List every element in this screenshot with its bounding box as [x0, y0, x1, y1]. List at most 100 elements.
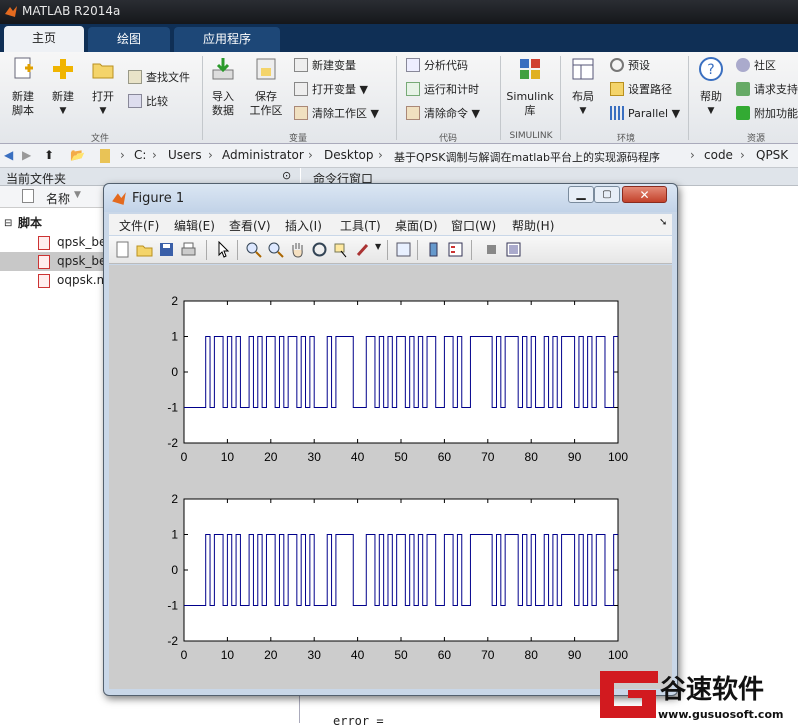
- menu-file[interactable]: 文件(F): [119, 217, 159, 234]
- x-tick-label: 40: [351, 450, 365, 464]
- preferences-label: 预设: [628, 59, 650, 72]
- rotate-3d-icon[interactable]: [311, 241, 328, 258]
- new-variable-button[interactable]: 新建变量: [294, 58, 356, 74]
- menu-insert[interactable]: 插入(I): [285, 217, 322, 234]
- y-tick-label: 1: [171, 330, 178, 344]
- browse-folder-icon[interactable]: 📂: [70, 148, 85, 162]
- brush-icon[interactable]: [355, 241, 372, 258]
- close-button[interactable]: ✕: [622, 186, 667, 203]
- x-tick-label: 30: [308, 450, 322, 464]
- x-tick-label: 70: [481, 450, 495, 464]
- tab-apps[interactable]: 应用程序: [174, 27, 280, 52]
- layout-label: 布局: [572, 90, 594, 103]
- analyze-code-button[interactable]: 分析代码: [406, 58, 468, 74]
- menu-help[interactable]: 帮助(H): [512, 217, 554, 234]
- set-path-button[interactable]: 设置路径: [610, 82, 672, 98]
- toolbar-divider: [237, 240, 238, 260]
- new-script-button[interactable]: 新建 脚本: [6, 56, 40, 118]
- x-tick-label: 60: [438, 648, 452, 662]
- request-support-button[interactable]: 请求支持: [736, 82, 798, 98]
- colorbar-icon[interactable]: [425, 241, 442, 258]
- y-tick-label: -2: [167, 634, 178, 648]
- group-variable-label: 变量: [288, 134, 307, 144]
- dock-arrow-icon[interactable]: ➘: [659, 217, 667, 228]
- save-workspace-button[interactable]: 保存 工作区: [246, 56, 286, 118]
- link-plot-icon[interactable]: [395, 241, 412, 258]
- back-arrow-icon[interactable]: ◀: [4, 148, 13, 162]
- pointer-icon[interactable]: [215, 241, 232, 258]
- maximize-button[interactable]: ▢: [594, 186, 620, 203]
- open-button[interactable]: 打开 ▼: [86, 56, 120, 118]
- minimize-button[interactable]: ▁: [568, 186, 594, 203]
- breadcrumb-item[interactable]: QPSK: [756, 148, 788, 162]
- ribbon-divider: [500, 56, 501, 140]
- zoom-out-icon[interactable]: [267, 241, 284, 258]
- print-icon[interactable]: [180, 241, 197, 258]
- menu-tools[interactable]: 工具(T): [340, 217, 381, 234]
- open-label: 打开: [92, 90, 114, 103]
- new-plus-icon: [53, 59, 73, 79]
- compare-button[interactable]: 比较: [128, 94, 168, 110]
- find-files-button[interactable]: 查找文件: [128, 70, 190, 86]
- data-cursor-icon[interactable]: [333, 241, 350, 258]
- x-tick-label: 60: [438, 450, 452, 464]
- layout-button[interactable]: 布局 ▼: [566, 56, 600, 118]
- watermark-url: www.gusuosoft.com: [658, 708, 783, 721]
- parallel-button[interactable]: Parallel ▼: [610, 106, 680, 122]
- new-figure-icon[interactable]: [114, 241, 131, 258]
- y-tick-label: 2: [171, 492, 178, 506]
- save-workspace-label: 保存 工作区: [249, 90, 283, 117]
- breadcrumb-item[interactable]: code: [704, 148, 733, 162]
- show-tools-icon[interactable]: [505, 241, 522, 258]
- preferences-button[interactable]: 预设: [610, 58, 650, 74]
- find-files-label: 查找文件: [146, 71, 190, 84]
- collapse-icon[interactable]: ⊟: [4, 214, 12, 233]
- breadcrumb-item[interactable]: Desktop: [324, 148, 374, 162]
- file-name: oqpsk.m: [57, 273, 109, 287]
- save-icon[interactable]: [158, 241, 175, 258]
- hide-tools-icon[interactable]: [483, 241, 500, 258]
- breadcrumb-separator-icon: ›: [308, 148, 313, 162]
- brush-chevron-down-icon[interactable]: ▼: [375, 242, 381, 251]
- breadcrumb-item[interactable]: C:: [134, 148, 146, 162]
- tab-home[interactable]: 主页: [4, 26, 84, 52]
- panel-menu-icon[interactable]: ⊙: [282, 169, 291, 182]
- x-tick-label: 10: [221, 450, 235, 464]
- x-tick-label: 80: [525, 450, 539, 464]
- request-support-label: 请求支持: [754, 83, 798, 96]
- zoom-in-icon[interactable]: [245, 241, 262, 258]
- breadcrumb-separator-icon: ›: [208, 148, 213, 162]
- menu-window[interactable]: 窗口(W): [451, 217, 496, 234]
- up-folder-icon[interactable]: ⬆: [44, 148, 54, 162]
- clear-commands-button[interactable]: 清除命令 ▼: [406, 106, 480, 122]
- breadcrumb-item[interactable]: Users: [168, 148, 202, 162]
- breadcrumb-item[interactable]: 基于QPSK调制与解调在matlab平台上的实现源码程序: [394, 149, 660, 165]
- menu-edit[interactable]: 编辑(E): [174, 217, 215, 234]
- name-column-header[interactable]: 名称: [46, 190, 70, 207]
- clear-workspace-button[interactable]: 清除工作区 ▼: [294, 106, 379, 122]
- breadcrumb-item[interactable]: Administrator: [222, 148, 304, 162]
- open-file-icon[interactable]: [136, 241, 153, 258]
- menu-view[interactable]: 查看(V): [229, 217, 271, 234]
- menu-desktop[interactable]: 桌面(D): [395, 217, 438, 234]
- import-data-button[interactable]: 导入 数据: [206, 56, 240, 118]
- simulink-library-button[interactable]: Simulink 库: [505, 56, 555, 118]
- run-time-button[interactable]: 运行和计时: [406, 82, 479, 98]
- help-button[interactable]: ? 帮助 ▼: [694, 56, 728, 118]
- clear-commands-label: 清除命令: [424, 107, 468, 120]
- open-variable-button[interactable]: 打开变量 ▼: [294, 82, 368, 98]
- analyze-icon: [406, 58, 420, 72]
- legend-icon[interactable]: [447, 241, 464, 258]
- add-ons-button[interactable]: 附加功能: [736, 106, 798, 122]
- parallel-label: Parallel: [628, 107, 669, 120]
- pan-hand-icon[interactable]: [289, 241, 306, 258]
- forward-arrow-icon[interactable]: ▶: [22, 148, 31, 162]
- tab-plots[interactable]: 绘图: [88, 27, 170, 52]
- community-button[interactable]: 社区: [736, 58, 776, 74]
- help-icon: ?: [699, 57, 723, 81]
- figure-titlebar: Figure 1 ▁ ▢ ✕: [104, 184, 677, 212]
- figure-window[interactable]: Figure 1 ▁ ▢ ✕ 文件(F) 编辑(E) 查看(V) 插入(I) 工…: [103, 183, 678, 696]
- figure-canvas[interactable]: 0 10 20 30 40 50 60 70 80 90 100 2 1 0 -1 -2 0 10 20 30 40 50…: [109, 265, 672, 689]
- new-button[interactable]: 新建 ▼: [46, 56, 80, 118]
- community-label: 社区: [754, 59, 776, 72]
